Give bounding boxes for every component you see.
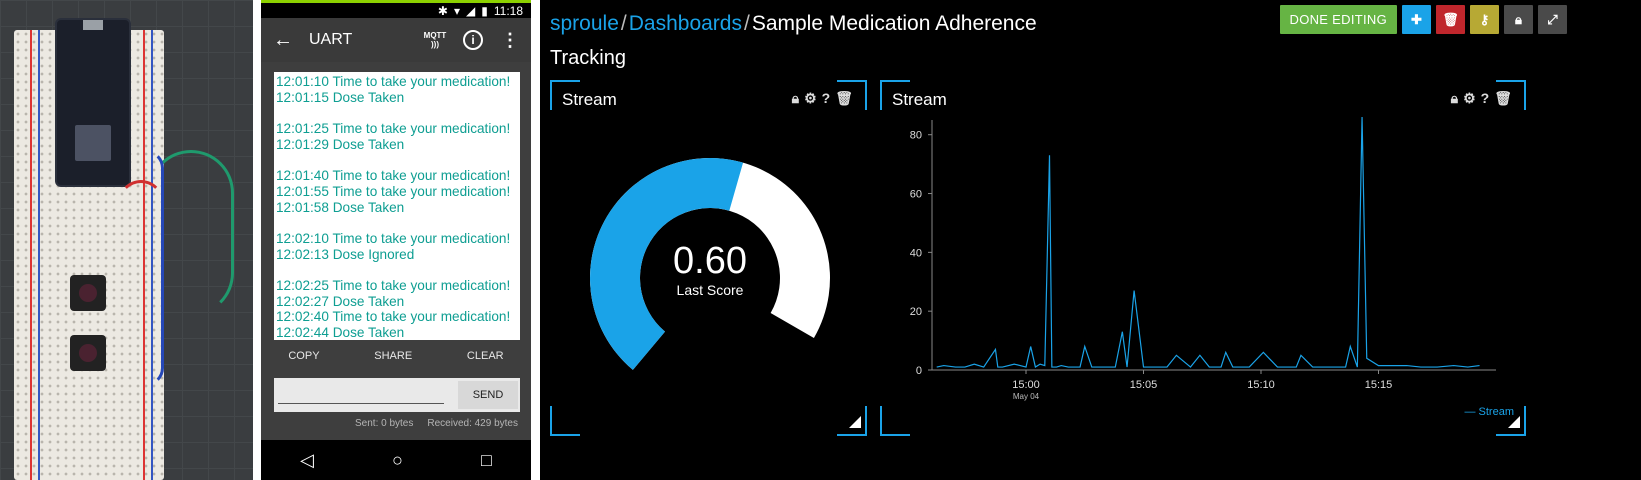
breadcrumb-dashboards[interactable]: Dashboards xyxy=(629,12,742,35)
log-line: 12:01:58 Dose Taken xyxy=(276,199,405,215)
y-tick-label: 60 xyxy=(910,189,922,201)
resize-handle[interactable] xyxy=(849,416,861,428)
y-tick-label: 20 xyxy=(910,306,922,318)
status-bar: ✱ ▾ ◢ ▮ 11:18 xyxy=(261,0,531,18)
status-time: 11:18 xyxy=(493,3,523,18)
sent-count: Sent: 0 bytes xyxy=(355,418,414,429)
log-line: 12:02:44 Dose Taken xyxy=(276,325,405,340)
trash-icon: 🗑 xyxy=(1442,11,1459,27)
log-line: 12:01:55 Time to take your medication! xyxy=(276,183,511,199)
x-tick-label: 15:00 xyxy=(1012,379,1040,391)
plus-icon: ✚ xyxy=(1411,11,1422,27)
send-row: SEND xyxy=(274,378,520,412)
toolbar: DONE EDITING ✚ 🗑 ⚷ 🔒︎ ⤢ xyxy=(1279,5,1567,34)
lock-button[interactable]: 🔒︎ xyxy=(1504,5,1533,34)
message-input[interactable] xyxy=(278,403,444,404)
log-line: 12:02:10 Time to take your medication! xyxy=(276,230,511,246)
nav-home-icon[interactable]: ○ xyxy=(392,450,403,471)
y-tick-label: 0 xyxy=(916,365,922,377)
fullscreen-button[interactable]: ⤢ xyxy=(1538,5,1567,34)
x-tick-label: 15:10 xyxy=(1247,379,1275,391)
received-count: Received: 429 bytes xyxy=(427,418,518,429)
nav-bar: ◁ ○ □ xyxy=(261,440,531,480)
red-wire xyxy=(118,180,164,236)
more-vert-icon[interactable]: ⋮ xyxy=(501,30,519,51)
usb-connector xyxy=(83,20,103,30)
chart-widget: Stream 🔒︎ ⚙ ? 🗑 0 20 40 60 80 15:00 15:05 15:10… xyxy=(880,80,1526,436)
lock-icon: 🔒︎ xyxy=(1515,11,1522,27)
nav-back-icon[interactable]: ◁ xyxy=(300,450,314,471)
info-icon[interactable]: i xyxy=(463,30,483,50)
gauge-label: Last Score xyxy=(676,282,744,298)
power-rail-blue xyxy=(38,30,40,480)
page-title: UART xyxy=(309,31,353,48)
key-icon: ⚷ xyxy=(1479,11,1490,27)
chart-legend: — Stream xyxy=(1464,406,1514,418)
gauge-value: 0.60 xyxy=(673,240,747,282)
bluetooth-icon: ✱ xyxy=(437,3,448,18)
log-line: 12:01:25 Time to take your medication! xyxy=(276,121,511,137)
battery-icon: ▮ xyxy=(481,3,488,18)
x-tick-label: 15:15 xyxy=(1365,379,1393,391)
share-button[interactable]: SHARE xyxy=(374,350,412,362)
x-tick-label: 15:05 xyxy=(1130,379,1158,391)
send-button[interactable]: SEND xyxy=(458,381,518,409)
back-arrow-icon[interactable]: ← xyxy=(273,29,309,52)
delete-dashboard-button[interactable]: 🗑 xyxy=(1436,5,1465,34)
byte-counts: Sent: 0 bytes Received: 429 bytes xyxy=(355,418,518,429)
log-line: 12:02:25 Time to take your medication! xyxy=(276,278,511,294)
breadcrumb-user[interactable]: sproule xyxy=(550,12,619,35)
done-editing-button[interactable]: DONE EDITING xyxy=(1279,5,1397,34)
mqtt-icon[interactable]: MQTT))) xyxy=(421,31,449,49)
log-line: 12:01:29 Dose Taken xyxy=(276,136,405,152)
x-tick-sublabel: May 04 xyxy=(1013,392,1040,401)
phone-uart-screen: ✱ ▾ ◢ ▮ 11:18 ← UART MQTT))) i ⋮ 12:01:1… xyxy=(261,0,531,480)
push-button-1 xyxy=(70,275,106,311)
uart-log[interactable]: 12:01:10 Time to take your medication! 12… xyxy=(274,72,520,340)
y-tick-label: 80 xyxy=(910,130,922,142)
y-tick-label: 40 xyxy=(910,247,922,259)
add-block-button[interactable]: ✚ xyxy=(1402,5,1431,34)
power-rail-red xyxy=(30,30,32,480)
log-line: 12:01:15 Dose Taken xyxy=(276,89,405,105)
expand-icon: ⤢ xyxy=(1547,11,1558,27)
bluetooth-module xyxy=(75,125,111,161)
mqtt-label: MQTT xyxy=(423,31,447,40)
copy-button[interactable]: COPY xyxy=(288,350,319,362)
signal-icon: ◢ xyxy=(466,3,476,18)
series-line-stream xyxy=(936,117,1480,369)
push-button-2 xyxy=(70,335,106,371)
microcontroller-board xyxy=(57,20,129,185)
clear-button[interactable]: CLEAR xyxy=(467,350,504,362)
log-line: 12:01:40 Time to take your medication! xyxy=(276,168,511,184)
dashboard: sproule/Dashboards/Sample Medication Adh… xyxy=(540,0,1641,480)
nav-recents-icon[interactable]: □ xyxy=(481,450,492,471)
gauge-widget: Stream 🔒︎ ⚙ ? 🗑 0.60 Last Score xyxy=(550,80,867,436)
key-button[interactable]: ⚷ xyxy=(1470,5,1499,34)
page-title-continued: Tracking xyxy=(550,47,626,69)
breadboard-photo xyxy=(0,0,253,480)
action-row: COPY SHARE CLEAR xyxy=(261,350,531,362)
log-line: 12:02:27 Dose Taken xyxy=(276,293,405,309)
resize-handle[interactable] xyxy=(1508,416,1520,428)
line-chart: 0 20 40 60 80 15:00 15:05 15:10 15:15 May 04 xyxy=(910,117,1496,401)
log-line: 12:01:10 Time to take your medication! xyxy=(276,74,511,89)
log-line: 12:02:13 Dose Ignored xyxy=(276,246,415,262)
log-line: 12:02:40 Time to take your medication! xyxy=(276,309,511,325)
breadcrumb: sproule/Dashboards/Sample Medication Adh… xyxy=(550,12,1037,35)
wifi-icon: ▾ xyxy=(453,3,461,18)
breadcrumb-dashboard-name: Sample Medication Adherence xyxy=(751,12,1037,35)
app-bar: ← UART MQTT))) i ⋮ xyxy=(261,18,531,62)
